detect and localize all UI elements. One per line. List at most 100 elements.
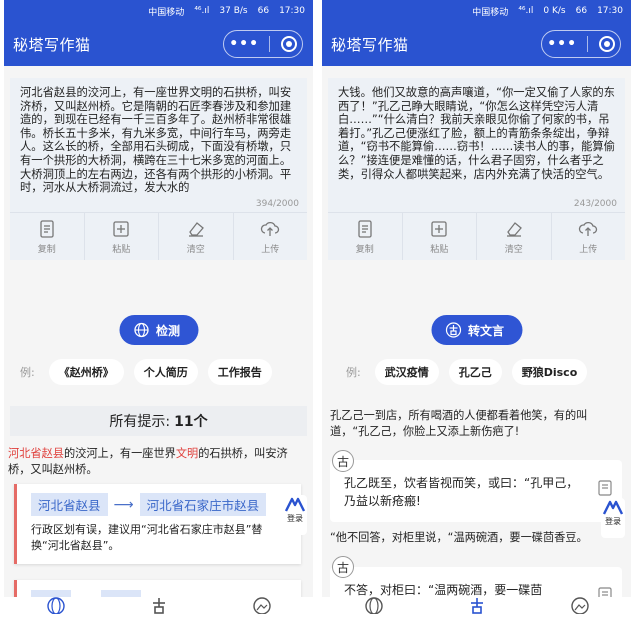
- classical-badge-icon: 古: [332, 450, 354, 472]
- text-editor[interactable]: 河北省赵县的洨河上，有一座世界文明的石拱桥，叫安济桥，又叫赵州桥。它是隋朝的石匠…: [10, 78, 307, 260]
- classical-badge-icon: 古: [332, 556, 354, 578]
- copy-icon: [358, 219, 372, 238]
- battery-level: 66: [575, 6, 588, 16]
- arrow-right-icon: ⟶: [113, 496, 134, 513]
- example-prefix: 例:: [346, 366, 361, 379]
- example-chip-kongyiji[interactable]: 孔乙己: [448, 359, 502, 385]
- example-list: 例: 《赵州桥》 个人简历 工作报告: [4, 359, 313, 385]
- login-label: 登录: [287, 514, 303, 523]
- eraser-icon: [506, 221, 522, 237]
- image-icon: [252, 597, 271, 615]
- carrier-label: 中国移动: [472, 7, 509, 18]
- bottom-tab-bar: [4, 597, 313, 617]
- phone-screen-detect: 中国移动 ⁴⁶.ıl 37 B/s 66 17:30 秘塔写作猫 ••• 河北省…: [4, 0, 313, 617]
- tab-detect[interactable]: [364, 596, 384, 617]
- example-list: 例: 武汉疫情 孔乙己 野狼Disco: [322, 359, 631, 385]
- clear-button[interactable]: 清空: [159, 213, 234, 260]
- copy-button[interactable]: 复制: [10, 213, 85, 260]
- close-target-icon[interactable]: [598, 36, 615, 52]
- example-chip-work-report[interactable]: 工作报告: [207, 359, 272, 385]
- title-bar: 秘塔写作猫 •••: [4, 22, 313, 66]
- upload-label: 上传: [579, 244, 598, 255]
- login-float-button[interactable]: 登录: [601, 498, 625, 538]
- example-chip-wuhan[interactable]: 武汉疫情: [374, 359, 439, 385]
- checked-text-preview: 河北省赵县的洨河上，有一座世界文明的石拱桥，叫安济桥，又叫赵州桥。: [8, 446, 303, 478]
- clear-label: 清空: [186, 244, 205, 255]
- suggestion-description: 行政区划有误，建议用“河北省石家庄市赵县”替换“河北省赵县”。: [31, 523, 263, 552]
- login-label: 登录: [605, 517, 621, 526]
- upload-label: 上传: [261, 244, 280, 255]
- clear-button[interactable]: 清空: [477, 213, 552, 260]
- ancient-char-icon: [445, 322, 461, 338]
- tab-classical[interactable]: [467, 596, 487, 617]
- clock: 17:30: [279, 6, 305, 16]
- status-bar: 中国移动 ⁴⁶.ıl 37 B/s 66 17:30: [4, 0, 313, 22]
- tab-classical[interactable]: [149, 596, 169, 617]
- suggested-phrase[interactable]: 河北省石家庄市赵县: [139, 493, 267, 516]
- title-bar: 秘塔写作猫 •••: [322, 22, 631, 66]
- bottom-tab-bar: [322, 597, 631, 617]
- classical-result-card[interactable]: 孔乙既至，饮者皆视而笑，或曰：“孔甲己，乃益以新疮瘢!: [330, 460, 622, 522]
- upload-button[interactable]: 上传: [234, 213, 308, 260]
- app-title: 秘塔写作猫: [13, 35, 91, 54]
- editor-toolbar: 复制 粘贴 清空 上传: [10, 212, 307, 260]
- hints-summary: 所有提示: 11个: [10, 406, 307, 436]
- more-menu-icon[interactable]: •••: [229, 37, 259, 51]
- paste-button[interactable]: 粘贴: [85, 213, 159, 260]
- metaso-logo-icon: [284, 497, 306, 512]
- image-icon: [570, 597, 589, 615]
- login-float-button[interactable]: 登录: [283, 495, 307, 535]
- error-span-word[interactable]: 文明: [176, 447, 198, 460]
- tab-detect[interactable]: [46, 596, 66, 617]
- text-editor[interactable]: 大钱。他们又故意的高声嚷道，“你一定又偷了人家的东西了！”孔乙己睁大眼睛说，“你…: [328, 78, 625, 260]
- paste-icon: [113, 220, 129, 237]
- editor-content[interactable]: 河北省赵县的洨河上，有一座世界文明的石拱桥，叫安济桥，又叫赵州桥。它是隋朝的石匠…: [20, 86, 297, 196]
- example-chip-resume[interactable]: 个人简历: [133, 359, 198, 385]
- globe-icon: [133, 322, 149, 338]
- copy-button[interactable]: 复制: [328, 213, 403, 260]
- detect-button[interactable]: 检测: [118, 315, 199, 345]
- signal-icon: ⁴⁶.ıl: [518, 6, 534, 16]
- suggestion-row: 河北省赵县 ⟶ 河北省石家庄市赵县: [31, 493, 267, 516]
- close-target-icon[interactable]: [280, 36, 297, 52]
- globe-icon: [46, 597, 65, 615]
- convert-classical-button[interactable]: 转文言: [430, 315, 523, 345]
- tab-image[interactable]: [570, 596, 590, 617]
- convert-label: 转文言: [467, 323, 505, 338]
- suggestion-card[interactable]: 河北省赵县 ⟶ 河北省石家庄市赵县 行政区划有误，建议用“河北省石家庄市赵县”替…: [14, 484, 301, 564]
- error-span-place[interactable]: 河北省赵县: [8, 447, 64, 460]
- example-prefix: 例:: [20, 366, 35, 379]
- net-speed: 0 K/s: [543, 6, 566, 16]
- signal-icon: ⁴⁶.ıl: [194, 6, 210, 16]
- paste-button[interactable]: 粘贴: [403, 213, 477, 260]
- example-chip-wolf-disco[interactable]: 野狼Disco: [511, 359, 588, 385]
- eraser-icon: [188, 221, 204, 237]
- clear-label: 清空: [504, 244, 523, 255]
- detect-label: 检测: [155, 323, 181, 338]
- paste-label: 粘贴: [430, 244, 449, 255]
- capsule-divider: [269, 36, 271, 52]
- editor-toolbar: 复制 粘贴 清空 上传: [328, 212, 625, 260]
- copy-icon[interactable]: [598, 480, 612, 496]
- example-chip-zhaozhou-bridge[interactable]: 《赵州桥》: [48, 359, 124, 385]
- status-bar: 中国移动 ⁴⁶.ıl 0 K/s 66 17:30: [322, 0, 631, 22]
- source-paragraph-2: “他不回答，对柜里说，“温两碗酒，要一碟茴香豆。: [330, 531, 588, 544]
- paste-label: 粘贴: [112, 244, 131, 255]
- clock: 17:30: [597, 6, 623, 16]
- char-counter: 243/2000: [573, 199, 617, 209]
- ancient-char-icon: [470, 598, 483, 614]
- upload-cloud-icon: [579, 221, 598, 236]
- globe-icon: [364, 597, 383, 615]
- carrier-label: 中国移动: [148, 7, 185, 18]
- hints-count: 11个: [174, 414, 208, 430]
- editor-content[interactable]: 大钱。他们又故意的高声嚷道，“你一定又偷了人家的东西了！”孔乙己睁大眼睛说，“你…: [338, 86, 615, 196]
- more-menu-icon[interactable]: •••: [547, 37, 577, 51]
- copy-icon: [40, 219, 54, 238]
- original-phrase: 河北省赵县: [31, 493, 108, 516]
- capsule-divider: [587, 36, 589, 52]
- copy-label: 复制: [355, 244, 374, 255]
- tab-image[interactable]: [252, 596, 272, 617]
- ancient-char-icon: [152, 598, 165, 614]
- phone-screen-classical: 中国移动 ⁴⁶.ıl 0 K/s 66 17:30 秘塔写作猫 ••• 大钱。他…: [322, 0, 631, 617]
- upload-button[interactable]: 上传: [552, 213, 626, 260]
